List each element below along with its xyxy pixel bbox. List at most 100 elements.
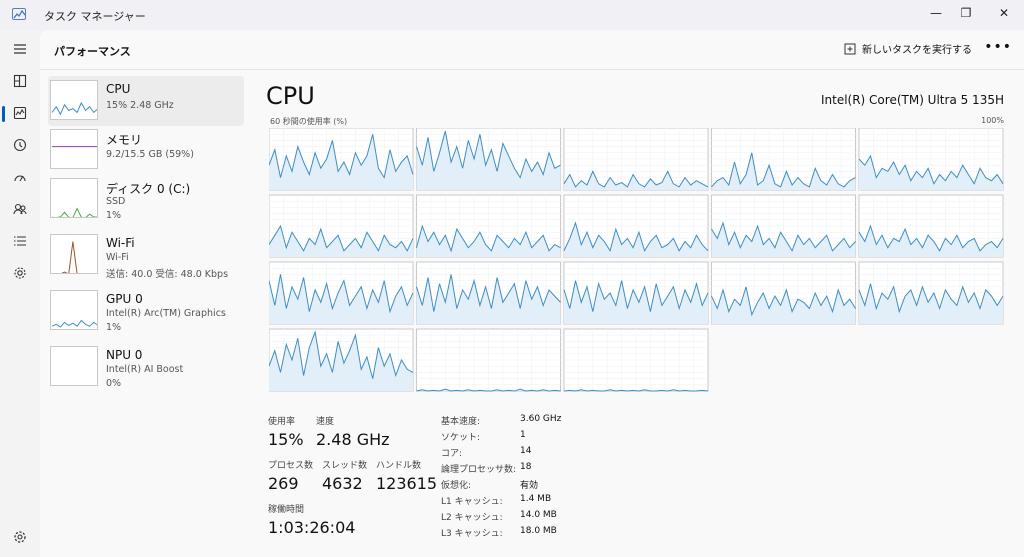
thumbnail-line	[51, 319, 97, 328]
maximize-button[interactable]: ❐	[948, 0, 984, 26]
navigation-rail	[0, 30, 40, 557]
uptime-value: 1:03:26:04	[268, 518, 356, 537]
spec-key: ソケット:	[441, 433, 481, 443]
history-icon[interactable]	[6, 131, 34, 159]
resource-item-wifi[interactable]: Wi-Fi Wi-Fi 送信: 40.0 受信: 48.0 Kbps	[48, 230, 244, 280]
page-title: パフォーマンス	[54, 45, 131, 58]
resource-name: Wi-Fi	[106, 236, 135, 250]
resource-item-gpu[interactable]: GPU 0 Intel(R) Arc(TM) Graphics 1%	[48, 286, 244, 336]
threads-label: スレッド数	[322, 461, 368, 471]
resource-name: ディスク 0 (C:)	[106, 182, 191, 196]
logical-processor-graph	[711, 128, 856, 191]
resource-detail-2: 0%	[106, 378, 122, 389]
usage-value: 15%	[268, 430, 304, 449]
spec-value: 有効	[520, 481, 539, 491]
spec-key: 論理プロセッサ数:	[441, 465, 517, 475]
uptime-label: 稼働時間	[268, 505, 305, 515]
resource-name: メモリ	[106, 133, 143, 147]
spec-key: コア:	[441, 449, 463, 459]
spec-value: 1.4 MB	[520, 494, 552, 504]
resource-detail-2: 送信: 40.0 受信: 48.0 Kbps	[106, 269, 229, 280]
logical-processor-graph	[416, 128, 561, 191]
run-new-task-label: 新しいタスクを実行する	[862, 45, 972, 56]
startup-icon[interactable]	[6, 163, 34, 191]
logical-processor-graph	[563, 261, 709, 325]
resource-detail-2: 1%	[106, 322, 122, 333]
logical-processor-graph	[711, 194, 856, 258]
resource-detail-2: 1%	[106, 210, 122, 221]
settings-icon[interactable]	[6, 523, 34, 551]
resource-detail: Wi-Fi	[106, 252, 129, 263]
cpu-thumbnail-graph	[50, 80, 98, 120]
cpu-model-name: Intel(R) Core(TM) Ultra 5 135H	[820, 93, 1004, 107]
spec-value: 1	[520, 430, 526, 440]
graph-axis-label: 60 秒間の使用率 (%)	[270, 117, 348, 126]
usage-label: 使用率	[268, 417, 296, 427]
logical-processor-graph	[269, 194, 414, 258]
spec-key: L3 キャッシュ:	[441, 529, 503, 539]
logical-processor-graph	[416, 261, 561, 325]
speed-label: 速度	[316, 417, 335, 427]
handles-label: ハンドル数	[376, 461, 422, 471]
logical-processor-graphs	[269, 128, 1004, 392]
resource-list: CPU 15% 2.48 GHz メモリ 9.2/15.5 GB (59%) デ…	[40, 70, 252, 557]
spec-key: L2 キャッシュ:	[441, 513, 503, 523]
new-task-icon	[844, 43, 856, 54]
thumbnail-line	[51, 101, 97, 116]
spec-value: 14.0 MB	[520, 510, 557, 520]
users-icon[interactable]	[6, 195, 34, 223]
spec-key: 仮想化:	[441, 481, 472, 491]
page-header: パフォーマンス 新しいタスクを実行する •••	[40, 30, 1024, 70]
logical-processor-graph	[416, 328, 561, 392]
logical-processor-graph	[269, 261, 414, 325]
npu-thumbnail-graph	[50, 346, 98, 386]
window-title: タスク マネージャー	[44, 10, 146, 23]
resource-name: GPU 0	[106, 292, 143, 306]
task-manager-icon	[12, 8, 26, 20]
resource-title: CPU	[266, 82, 315, 110]
run-new-task-button[interactable]: 新しいタスクを実行する	[844, 41, 972, 56]
handles-value: 123615	[376, 474, 438, 493]
logical-processor-graph	[858, 261, 1004, 325]
spec-key: L1 キャッシュ:	[441, 497, 503, 507]
menu-icon[interactable]	[6, 35, 34, 63]
services-icon[interactable]	[6, 259, 34, 287]
details-icon[interactable]	[6, 227, 34, 255]
spec-key: 基本速度:	[441, 417, 481, 427]
speed-value: 2.48 GHz	[316, 430, 390, 449]
logical-processor-graph	[858, 128, 1004, 191]
spec-value: 18	[520, 462, 532, 472]
thumbnail-line	[52, 207, 97, 217]
memory-thumbnail-graph	[50, 129, 98, 169]
resource-name: CPU	[106, 82, 131, 96]
logical-processor-graph	[269, 128, 414, 191]
thumbnail-line	[61, 241, 78, 273]
graph-axis-max: 100%	[981, 116, 1004, 125]
performance-detail-pane: CPU Intel(R) Core(TM) Ultra 5 135H 60 秒間…	[252, 70, 1024, 557]
resource-item-npu[interactable]: NPU 0 Intel(R) AI Boost 0%	[48, 342, 244, 392]
performance-icon[interactable]	[6, 99, 34, 127]
gpu-thumbnail-graph	[50, 290, 98, 330]
active-indicator	[2, 106, 5, 122]
logical-processor-graph	[711, 261, 856, 325]
resource-detail: SSD	[106, 196, 126, 207]
resource-item-disk[interactable]: ディスク 0 (C:) SSD 1%	[48, 174, 244, 224]
disk-thumbnail-graph	[50, 178, 98, 218]
resource-name: NPU 0	[106, 348, 143, 362]
spec-value: 18.0 MB	[520, 526, 557, 536]
logical-processor-graph	[563, 194, 709, 258]
resource-detail: 9.2/15.5 GB (59%)	[106, 149, 194, 160]
resource-detail: Intel(R) AI Boost	[106, 364, 184, 375]
more-options-button[interactable]: •••	[984, 39, 1012, 55]
close-button[interactable]: ✕	[986, 0, 1022, 26]
resource-item-cpu[interactable]: CPU 15% 2.48 GHz	[48, 76, 244, 126]
resource-item-memory[interactable]: メモリ 9.2/15.5 GB (59%)	[48, 125, 244, 175]
spec-value: 14	[520, 446, 532, 456]
logical-processor-graph	[563, 328, 709, 392]
processes-label: プロセス数	[268, 461, 314, 471]
logical-processor-graph	[416, 194, 561, 258]
resource-detail: Intel(R) Arc(TM) Graphics	[106, 308, 226, 319]
processes-icon[interactable]	[6, 67, 34, 95]
resource-detail: 15% 2.48 GHz	[106, 100, 174, 111]
processes-value: 269	[268, 474, 299, 493]
